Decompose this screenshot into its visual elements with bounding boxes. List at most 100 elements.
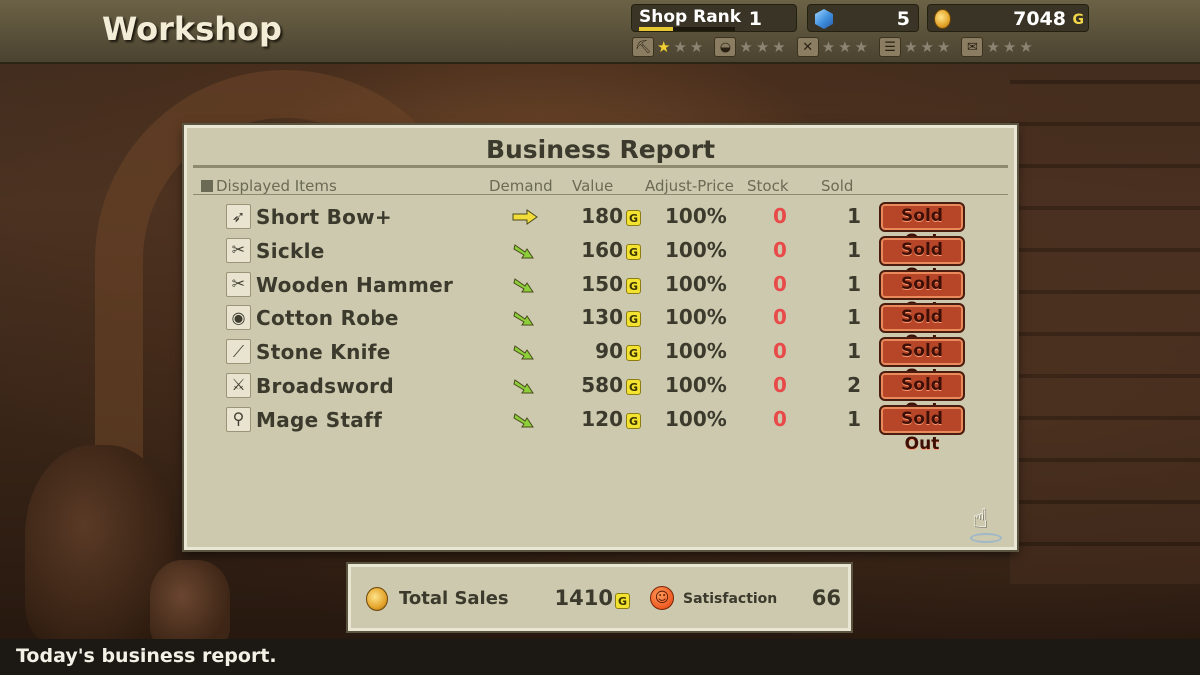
item-value: 90 [595,339,623,364]
total-sales-coin-icon [366,587,388,611]
report-row[interactable]: ◉Cotton Robe 130G 100% 0 1 Sold Out [187,301,1014,352]
satisfaction-face-icon: ☺ [650,586,674,610]
star-icon: ★ [936,37,951,56]
report-row[interactable]: ⚲ Mage Staff 120 G 100% 0 1 Sold Out [187,403,1014,454]
header-square-icon [201,180,213,192]
sold-out-badge[interactable]: Sold Out [879,303,965,352]
report-row[interactable]: ⚔Broadsword 580G 100% 0 2 Sold Out [187,369,1014,420]
category-rank-4: ✉ ★ ★ ★ [961,36,1033,58]
star-icon: ★ [657,37,671,56]
item-stock: 0 [773,204,787,228]
item-name: Cotton Robe [256,306,399,331]
star-icon: ★ [673,37,687,56]
star-icon: ★ [821,37,836,56]
knife-icon: ⟋ [226,339,251,365]
sold-out-badge[interactable]: Sold Out [879,202,965,251]
small-clay-pot [150,560,230,650]
sold-out-badge[interactable]: Sold Out [879,337,965,386]
header-sold: Sold [821,177,854,195]
currency-g-icon: G [626,277,641,294]
gold-counter: 7048 G [927,4,1089,32]
item-name: Short Bow+ [256,205,392,229]
report-title: Business Report [485,135,716,164]
item-name: Wooden Hammer [256,272,454,297]
sold-out-badge[interactable]: Sold Out [879,404,965,454]
helmet-icon: ◒ [714,37,737,57]
category-rank-1: ◒ ★ ★ ★ [714,36,786,58]
header-items-label: Displayed Items [216,177,337,195]
gem-count: 5 [896,8,910,30]
demand-down-arrow-icon [513,311,534,326]
sold-out-badge[interactable]: Sold Out [879,370,965,420]
star-icon: ★ [755,37,770,56]
currency-g-icon: G [626,243,641,260]
hammer-icon: ✂ [226,271,251,297]
gem-icon [815,9,833,29]
item-value: 150 [581,271,623,296]
screen-title: Workshop [102,10,282,48]
report-row[interactable]: ⟋Stone Knife 90G 100% 0 1 Sold Out [187,335,1014,386]
sickle-icon: ✂ [226,237,251,263]
item-stock: 0 [773,339,787,364]
sold-out-badge[interactable]: Sold Out [879,269,965,319]
demand-down-arrow-icon [513,412,534,428]
header-value: Value [572,177,614,195]
star-icon: ★ [772,37,786,56]
shop-rank-panel: Shop Rank 1 [631,4,797,32]
item-stock: 0 [773,372,787,397]
pickaxe-icon: ⛏ [632,37,654,57]
sold-out-badge[interactable]: Sold Out [879,235,965,285]
category-rank-0: ⛏ ★ ★ ★ [632,36,703,58]
star-icon: ★ [920,37,934,56]
header-displayed-items: Displayed Items [201,177,337,195]
star-icon: ★ [986,37,1000,56]
item-name: Stone Knife [256,340,391,365]
star-icon: ★ [689,37,704,56]
currency-g-icon: G [626,378,641,395]
crossed-tools-icon: ✕ [796,37,819,57]
star-icon: ★ [854,37,869,56]
pointer-hand-icon[interactable]: ☝ [972,506,998,536]
item-stock: 0 [773,406,787,431]
sales-summary: Total Sales 1410 G ☺ Satisfaction 66 [348,564,851,631]
message-bar[interactable]: Today's business report. [0,639,1200,675]
report-row[interactable]: ✂Sickle 160G 100% 0 1 Sold Out [187,234,1014,285]
coin-icon [934,9,951,29]
star-icon: ★ [1002,37,1017,56]
report-row[interactable]: ✂Wooden Hammer 150G 100% 0 1 Sold Out [187,268,1014,319]
item-sold: 1 [847,339,861,364]
shop-rank-label: Shop Rank [639,7,742,27]
item-adjust-price: 100% [665,406,727,431]
broadsword-icon: ⚔ [226,372,251,398]
shelf-icon: ☰ [879,37,902,57]
demand-down-arrow-icon [513,243,534,259]
item-name: Broadsword [256,373,394,398]
item-sold: 1 [847,305,861,330]
item-value: 180 [581,204,623,228]
item-adjust-price: 100% [665,372,727,397]
stone-wall [1010,64,1200,584]
currency-g-icon: G [626,210,641,226]
header-stock: Stock [747,177,789,195]
report-rows: ➶Short Bow+180G100%01Sold Out✂Sickle160G… [187,200,1014,454]
gold-amount: 7048 [1013,8,1066,30]
item-adjust-price: 100% [665,204,727,228]
report-row[interactable]: ➶Short Bow+ 180G 100% 0 1 Sold Out [187,200,1014,251]
item-adjust-price: 100% [665,271,727,296]
demand-down-arrow-icon [513,345,534,360]
item-value: 580 [581,372,623,397]
total-sales-value: 1410 [554,586,613,610]
bow-icon: ➶ [226,204,251,229]
top-bar: Workshop Shop Rank 1 5 7048 G ⛏ ★ ★ ★ ◒ ★ ★ ★ ✕ ★… [0,0,1200,64]
item-name: Mage Staff [256,407,383,432]
satisfaction-value: 66 [811,586,841,610]
robe-icon: ◉ [226,305,251,331]
star-icon: ★ [904,37,918,56]
scroll-icon: ✉ [961,37,984,57]
business-report-panel: Business Report Displayed Items Demand V… [184,125,1017,550]
item-stock: 0 [773,237,787,262]
item-sold: 1 [847,406,861,431]
shop-rank-progress-bar [639,27,735,31]
star-icon: ★ [739,37,753,56]
gold-unit: G [1072,12,1085,28]
